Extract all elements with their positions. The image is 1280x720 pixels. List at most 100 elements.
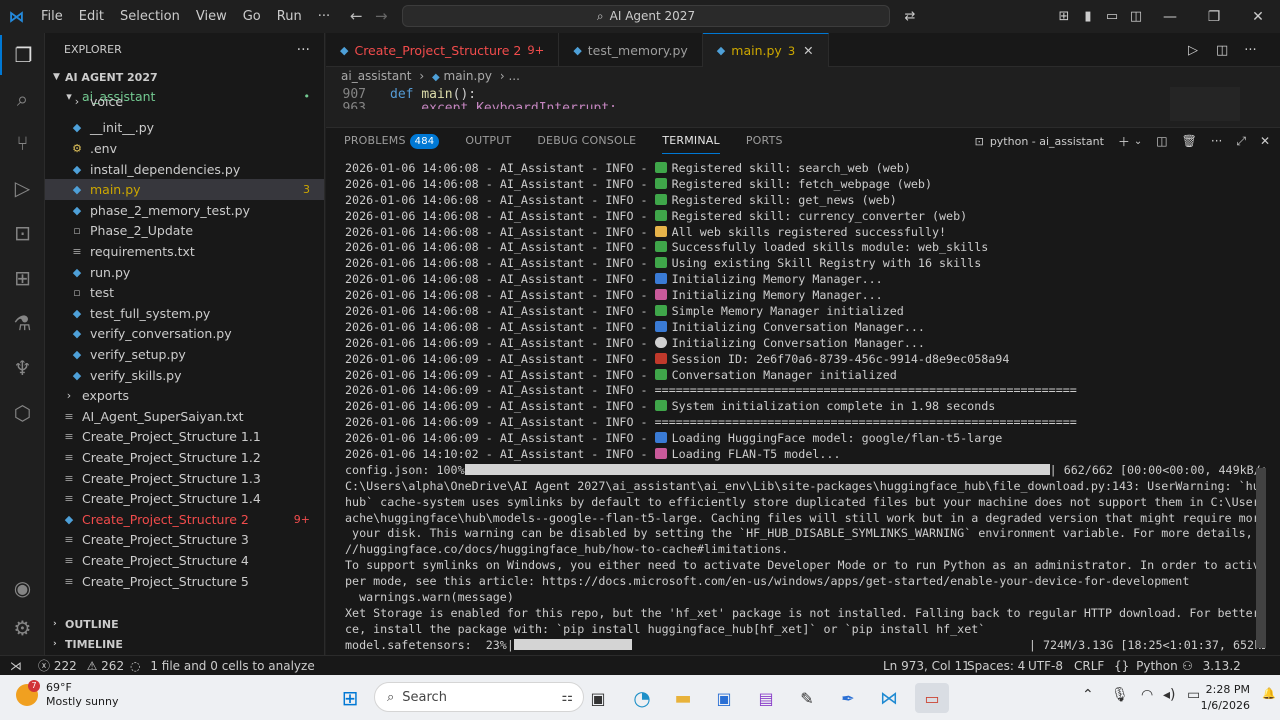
- close-window-icon[interactable]: ✕: [1236, 0, 1280, 33]
- copilot-icon[interactable]: ⇄: [898, 0, 922, 33]
- maximize-panel-icon[interactable]: ⤢: [1236, 134, 1246, 149]
- store-icon[interactable]: ▣: [709, 683, 739, 713]
- kill-terminal-icon[interactable]: 🗑: [1182, 134, 1197, 148]
- tree-item[interactable]: ≡ Create_Project_Structure 1.1: [45, 427, 324, 448]
- breadcrumb-file[interactable]: main.py: [444, 69, 493, 83]
- vscode-taskbar-icon[interactable]: ⋈: [874, 683, 904, 713]
- battery-icon[interactable]: ▭: [1187, 687, 1200, 703]
- back-arrow-icon[interactable]: ←: [350, 0, 363, 33]
- minimize-icon[interactable]: —: [1148, 0, 1192, 33]
- more-actions-icon[interactable]: ···: [1244, 43, 1256, 58]
- tree-item[interactable]: ◆ verify_skills.py: [45, 365, 324, 386]
- terminal-scrollbar[interactable]: [1256, 468, 1266, 648]
- clock[interactable]: 2:28 PM 1/6/2026: [1201, 682, 1250, 714]
- close-panel-icon[interactable]: ✕: [1260, 134, 1270, 148]
- line-ending[interactable]: CRLF: [1074, 656, 1104, 676]
- tree-item[interactable]: ≡ Create_Project_Structure 1.4: [45, 488, 324, 509]
- edge-browser-icon[interactable]: ◔: [627, 683, 657, 713]
- toggle-panel-icon[interactable]: ▭: [1100, 0, 1124, 33]
- chevron-up-icon[interactable]: ⌃: [1082, 687, 1094, 703]
- restore-icon[interactable]: ❐: [1192, 0, 1236, 33]
- taskbar-search[interactable]: ⌕ Search ⚏: [374, 682, 584, 712]
- editor-tab[interactable]: ◆ test_memory.py: [559, 33, 703, 67]
- indentation[interactable]: Spaces: 4: [967, 656, 1025, 676]
- tree-item[interactable]: ◆ test_full_system.py: [45, 303, 324, 324]
- panel-tab[interactable]: TERMINAL: [662, 128, 720, 154]
- tree-item[interactable]: ▫ test: [45, 282, 324, 303]
- split-terminal-icon[interactable]: ◫: [1156, 134, 1167, 148]
- problems-status[interactable]: ⓧ 222 ⚠ 262: [38, 656, 124, 676]
- testing-icon[interactable]: ⚗: [0, 303, 45, 343]
- python-interpreter[interactable]: ⚇ 3.13.2: [1182, 656, 1241, 676]
- tree-item[interactable]: ≡ Create_Project_Structure 3: [45, 530, 324, 551]
- editor-tab[interactable]: ◆ Create_Project_Structure 2 9+: [326, 33, 560, 67]
- task-view-icon[interactable]: ▣: [583, 683, 613, 713]
- editor-tab[interactable]: ◆ main.py 3 ✕: [702, 33, 829, 67]
- clapperboard-icon[interactable]: ▤: [751, 683, 781, 713]
- customize-layout-icon[interactable]: ⊞: [1052, 0, 1076, 33]
- tree-item[interactable]: ≡ AI_Agent_SuperSaiyan.txt: [45, 406, 324, 427]
- new-terminal-icon[interactable]: ＋: [1118, 133, 1130, 150]
- remote-indicator-icon[interactable]: ⋊: [10, 656, 22, 676]
- editor-area[interactable]: ai_assistant › ◆ main.py › ... 907 def ma…: [326, 67, 1280, 127]
- menu-item[interactable]: View: [188, 0, 235, 33]
- chevron-down-icon[interactable]: ⌄: [1134, 136, 1142, 147]
- tree-item[interactable]: › voice: [45, 97, 324, 107]
- tree-item[interactable]: ◆ phase_2_memory_test.py: [45, 200, 324, 221]
- source-control-icon[interactable]: ⑂: [0, 123, 45, 163]
- tree-item[interactable]: ≡ Create_Project_Structure 1.3: [45, 468, 324, 489]
- extensions-icon[interactable]: ⊞: [0, 258, 45, 298]
- volume-icon[interactable]: ◂): [1163, 687, 1176, 703]
- panel-tab[interactable]: OUTPUT: [465, 128, 511, 154]
- minimap[interactable]: [1170, 87, 1240, 121]
- command-center-search[interactable]: ⌕ AI Agent 2027: [402, 5, 890, 27]
- run-icon[interactable]: ▷: [1188, 43, 1198, 58]
- remote-explorer-icon[interactable]: ⊡: [0, 213, 45, 253]
- language-mode[interactable]: {} Python: [1114, 656, 1178, 676]
- pen-app-icon[interactable]: ✎: [792, 683, 822, 713]
- more-actions-icon[interactable]: ···: [1211, 134, 1222, 148]
- menu-item[interactable]: ···: [310, 0, 338, 33]
- tree-item[interactable]: ▫ Phase_2_Update: [45, 221, 324, 242]
- cursor-position[interactable]: Ln 973, Col 11: [883, 656, 970, 676]
- feather-app-icon[interactable]: ✒: [833, 683, 863, 713]
- tree-item[interactable]: ◆ verify_setup.py: [45, 344, 324, 365]
- menu-item[interactable]: Edit: [71, 0, 112, 33]
- weather-widget[interactable]: 7 69°F Mostly sunny: [16, 680, 118, 709]
- panel-tab[interactable]: PORTS: [746, 128, 783, 154]
- tree-item[interactable]: ◆ __init__.py: [45, 118, 324, 139]
- more-actions-icon[interactable]: ···: [297, 42, 310, 58]
- screen-recorder-icon[interactable]: ▭: [915, 683, 949, 713]
- tree-item[interactable]: ≡ Create_Project_Structure 5: [45, 571, 324, 592]
- tree-item[interactable]: ◆ verify_conversation.py: [45, 324, 324, 345]
- breadcrumb-folder[interactable]: ai_assistant: [341, 69, 412, 83]
- run-debug-icon[interactable]: ▷: [0, 168, 45, 208]
- tree-item[interactable]: ◆ main.py 3: [45, 179, 324, 200]
- project-root[interactable]: ▼ AI AGENT 2027: [45, 66, 324, 88]
- tree-item[interactable]: ≡ Create_Project_Structure 4: [45, 550, 324, 571]
- containers-icon[interactable]: ⬡: [0, 393, 45, 433]
- panel-tab[interactable]: PROBLEMS 484: [344, 128, 440, 154]
- tree-item[interactable]: › exports: [45, 385, 324, 406]
- search-view-icon[interactable]: ⌕: [0, 79, 45, 119]
- menu-item[interactable]: Selection: [112, 0, 188, 33]
- notification-bell-icon[interactable]: 🔔: [1262, 687, 1276, 700]
- file-explorer-icon[interactable]: ▬: [668, 683, 698, 713]
- tree-item[interactable]: ◆ Create_Project_Structure 2 9+: [45, 509, 324, 530]
- account-icon[interactable]: ◉: [0, 568, 45, 608]
- menu-item[interactable]: File: [33, 0, 71, 33]
- tree-item[interactable]: ⚙ .env: [45, 138, 324, 159]
- outline-section[interactable]: › OUTLINE: [53, 613, 119, 635]
- microphone-icon[interactable]: 🎙: [1111, 687, 1129, 703]
- menu-item[interactable]: Go: [235, 0, 269, 33]
- tree-item[interactable]: ≡ requirements.txt: [45, 241, 324, 262]
- explorer-icon[interactable]: ❐: [0, 35, 45, 75]
- shell-name[interactable]: python - ai_assistant: [990, 135, 1104, 148]
- tree-item[interactable]: ≡ Create_Project_Structure 1.2: [45, 447, 324, 468]
- split-editor-icon[interactable]: ◫: [1216, 43, 1228, 58]
- analysis-status[interactable]: ◌ 1 file and 0 cells to analyze: [130, 656, 315, 676]
- panel-tab[interactable]: DEBUG CONSOLE: [537, 128, 636, 154]
- settings-gear-icon[interactable]: ⚙: [0, 608, 45, 648]
- toggle-primary-sidebar-icon[interactable]: ▮: [1076, 0, 1100, 33]
- python-icon[interactable]: ♆: [0, 348, 45, 388]
